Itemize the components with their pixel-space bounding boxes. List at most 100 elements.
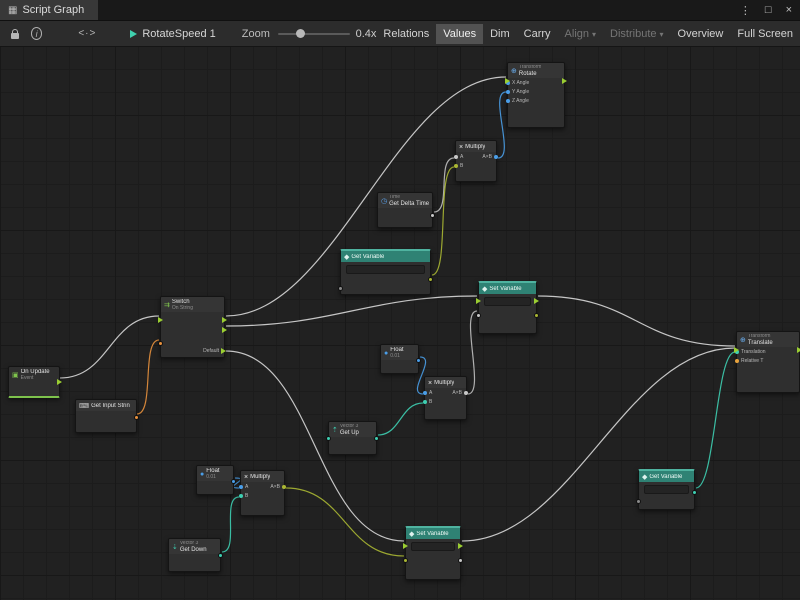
dim-button[interactable]: Dim (483, 24, 517, 44)
output-value-port[interactable] (134, 415, 139, 420)
input-value-port[interactable] (158, 341, 163, 346)
distribute-button[interactable]: Distribute▾ (603, 24, 670, 44)
node-get-variable-a[interactable]: ◆Get Variable (340, 249, 431, 295)
input-flow-port[interactable] (734, 347, 739, 353)
input-value-port[interactable] (636, 499, 641, 504)
node-translate[interactable]: ⊕TransformTranslateTranslationRelative T (736, 331, 800, 393)
node-header: ×Multiply (456, 141, 496, 152)
vector-down-icon: ⇣ (172, 544, 178, 551)
window-maximize-icon[interactable]: □ (765, 4, 772, 16)
node-float-b[interactable]: ●Float0.01 (196, 465, 234, 495)
window-menu-icon[interactable]: ⋮ (740, 4, 751, 17)
vector-up-icon: ⇡ (332, 427, 338, 434)
zoom-slider[interactable] (278, 27, 350, 41)
node-title: Get Up (340, 430, 359, 437)
output-value-port[interactable] (231, 479, 236, 484)
node-get-input-string[interactable]: ⌨Get Input Strin (75, 399, 137, 433)
node-multiply-b[interactable]: ×MultiplyAA×BB (424, 376, 467, 420)
port-label: Y Angle (512, 89, 529, 95)
insert-node-icon[interactable]: <·> (78, 25, 96, 43)
input-value-port[interactable] (338, 286, 343, 291)
port-label: X Angle (512, 80, 529, 86)
node-get-delta-time[interactable]: ◷TimeGet Delta Time (377, 192, 433, 228)
align-label: Align (565, 28, 589, 40)
input-port[interactable] (454, 155, 458, 159)
overview-button[interactable]: Overview (671, 24, 731, 44)
node-title: Get Input Strin (91, 403, 130, 410)
script-graph-icon: ▦ (8, 5, 17, 16)
zoom-value: 0.4x (356, 28, 377, 40)
node-header: ▣On UpdateEvent (9, 367, 59, 382)
node-title: Get Variable (351, 254, 384, 261)
output-flow-port[interactable] (458, 543, 463, 549)
node-on-update[interactable]: ▣On UpdateEvent (8, 366, 60, 398)
values-button[interactable]: Values (436, 24, 483, 44)
port-label: B (429, 399, 432, 405)
node-switch-on-string[interactable]: ⇉SwitchOn StringDefault (160, 296, 225, 358)
output-value-port[interactable] (692, 490, 697, 495)
node-title: Set Variable (489, 286, 521, 293)
input-port[interactable] (423, 391, 427, 395)
input-flow-port[interactable] (403, 543, 408, 549)
variable-name-field[interactable] (346, 265, 425, 274)
output-value-port[interactable] (534, 313, 539, 318)
output-port[interactable] (282, 485, 286, 489)
input-port[interactable] (506, 90, 510, 94)
node-set-variable-b[interactable]: ◆Set Variable (405, 526, 461, 580)
output-flow-port[interactable] (562, 78, 567, 84)
input-flow-port[interactable] (476, 298, 481, 304)
output-port[interactable] (464, 391, 468, 395)
graph-reference[interactable]: RotateSpeed 1 (130, 28, 215, 40)
node-get-down[interactable]: ⇣Vector 3Get Down (168, 538, 221, 572)
input-port[interactable] (735, 359, 739, 363)
variable-name-field[interactable] (484, 297, 531, 306)
input-port[interactable] (239, 494, 243, 498)
output-value-port[interactable] (416, 358, 421, 363)
input-flow-port[interactable] (158, 317, 163, 323)
node-get-variable-b[interactable]: ◆Get Variable (638, 469, 695, 510)
output-value-port[interactable] (374, 436, 379, 441)
input-flow-port[interactable] (505, 78, 510, 84)
zoom-slider-thumb[interactable] (296, 29, 305, 38)
fullscreen-button[interactable]: Full Screen (730, 24, 800, 44)
input-port[interactable] (239, 485, 243, 489)
output-value-port[interactable] (458, 558, 463, 563)
node-header: ◆Get Variable (639, 471, 694, 482)
window-close-icon[interactable]: × (786, 4, 792, 16)
port-row: Translation (737, 347, 799, 356)
carry-button[interactable]: Carry (517, 24, 558, 44)
info-icon[interactable]: i (31, 27, 42, 40)
tab-script-graph[interactable]: ▦ Script Graph (0, 0, 98, 20)
output-flow-port[interactable] (222, 327, 227, 333)
variable-name-field[interactable] (644, 485, 689, 494)
node-get-up[interactable]: ⇡Vector 3Get Up (328, 421, 377, 455)
node-title: Get Variable (649, 474, 682, 481)
input-port[interactable] (506, 99, 510, 103)
window-tab-bar: ▦ Script Graph ⋮ □ × (0, 0, 800, 21)
variable-name-field[interactable] (411, 542, 455, 551)
node-float-a[interactable]: ●Float0.01 (380, 344, 419, 374)
port-label: B (460, 163, 463, 169)
input-value-port[interactable] (326, 436, 331, 441)
lock-icon[interactable] (9, 25, 21, 43)
node-rotate[interactable]: ⊕TransformRotateX AngleY AngleZ Angle (507, 62, 565, 128)
output-flow-port[interactable] (534, 298, 539, 304)
input-value-port[interactable] (403, 558, 408, 563)
output-value-port[interactable] (218, 553, 223, 558)
node-multiply-c[interactable]: ×MultiplyAA×BB (240, 470, 285, 516)
relations-button[interactable]: Relations (376, 24, 436, 44)
flow-output-port[interactable] (221, 348, 226, 354)
node-set-variable-a[interactable]: ◆Set Variable (478, 281, 537, 334)
align-button[interactable]: Align▾ (558, 24, 603, 44)
input-value-port[interactable] (476, 313, 481, 318)
output-port[interactable] (494, 155, 498, 159)
graph-canvas[interactable]: ▣On UpdateEvent ⌨Get Input Strin ⇉SwitchOn… (0, 0, 800, 600)
input-port[interactable] (454, 164, 458, 168)
output-value-port[interactable] (430, 213, 435, 218)
output-flow-port[interactable] (222, 317, 227, 323)
node-multiply-a[interactable]: ×MultiplyAA×BB (455, 140, 497, 182)
node-header: ◆Set Variable (406, 528, 460, 539)
input-port[interactable] (423, 400, 427, 404)
output-flow-port[interactable] (57, 379, 62, 385)
output-value-port[interactable] (428, 277, 433, 282)
